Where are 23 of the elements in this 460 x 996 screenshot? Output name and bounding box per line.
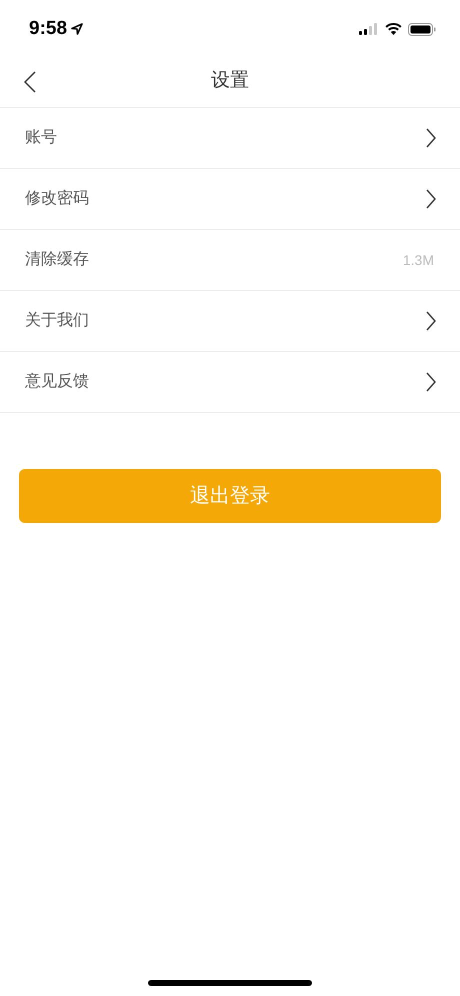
battery-icon xyxy=(408,22,436,36)
settings-label: 关于我们 xyxy=(25,310,89,331)
chevron-right-icon xyxy=(426,311,436,331)
page-title: 设置 xyxy=(211,69,249,94)
cache-size: 1.3M xyxy=(402,250,435,270)
settings-label: 修改密码 xyxy=(25,188,89,209)
settings-row[interactable]: 意见反馈 xyxy=(0,352,460,413)
settings-row[interactable]: 账号 xyxy=(0,108,460,169)
settings-row[interactable]: 关于我们 xyxy=(0,291,460,352)
status-time: 9:58 xyxy=(29,16,68,41)
back-chevron-icon xyxy=(24,71,36,93)
settings-row[interactable]: 清除缓存 1.3M xyxy=(0,230,460,291)
chevron-right-icon xyxy=(426,189,436,209)
settings-label: 账号 xyxy=(25,128,57,148)
settings-label: 意见反馈 xyxy=(25,372,89,392)
settings-row[interactable]: 修改密码 xyxy=(0,169,460,230)
location-arrow-icon xyxy=(71,23,84,35)
back-button[interactable] xyxy=(22,70,38,94)
chevron-right-icon xyxy=(426,372,436,392)
signal-icon xyxy=(359,23,379,35)
chevron-right-icon xyxy=(426,128,436,148)
settings-label: 清除缓存 xyxy=(25,250,89,270)
wifi-icon xyxy=(385,23,402,35)
